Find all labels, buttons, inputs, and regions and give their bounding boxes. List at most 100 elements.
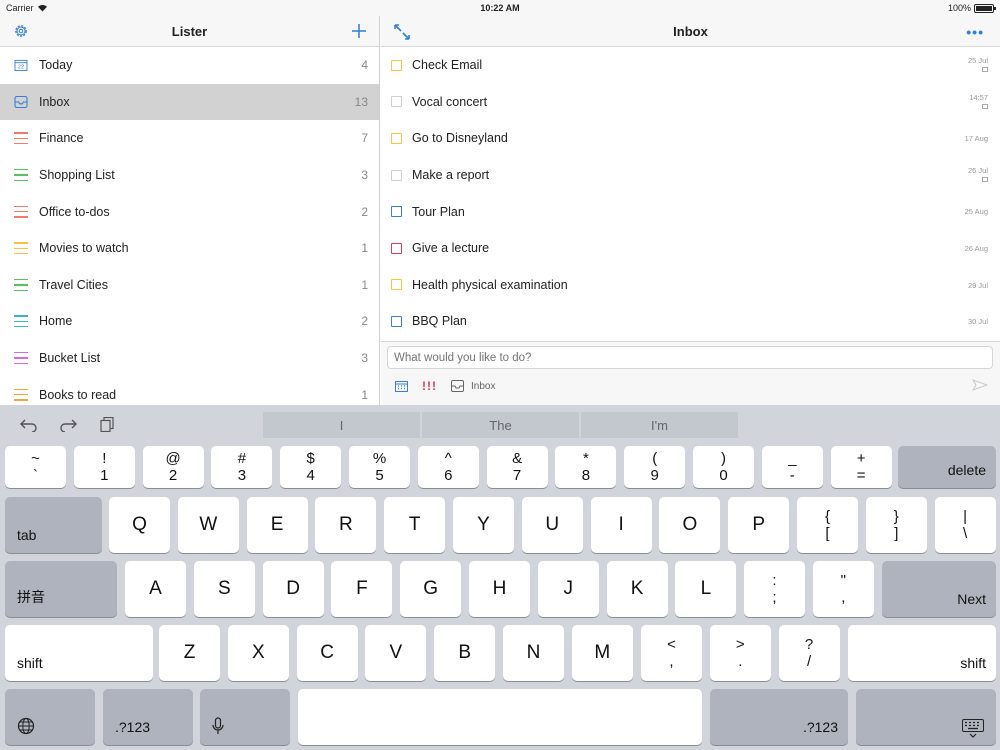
- key-letter[interactable]: M: [571, 625, 633, 681]
- sidebar-item[interactable]: Home 2: [0, 303, 379, 340]
- tab-key[interactable]: tab: [5, 497, 102, 553]
- key-letter[interactable]: B: [434, 625, 496, 681]
- task-checkbox[interactable]: [391, 59, 402, 71]
- key-symbol[interactable]: @2: [142, 446, 204, 488]
- key-letter[interactable]: A: [125, 561, 186, 617]
- sidebar-item[interactable]: Books to read 1: [0, 376, 379, 405]
- sidebar-item[interactable]: Travel Cities 1: [0, 267, 379, 304]
- key-letter[interactable]: Q: [109, 497, 170, 553]
- key-symbol[interactable]: | \: [934, 497, 996, 553]
- task-row[interactable]: Tour Plan 25 Aug: [381, 193, 1000, 230]
- key-symbol[interactable]: ",: [812, 561, 874, 617]
- key-letter[interactable]: X: [227, 625, 289, 681]
- sidebar-item[interactable]: 22 Today 4: [0, 47, 379, 84]
- task-checkbox[interactable]: [391, 206, 402, 218]
- key-letter[interactable]: U: [521, 497, 583, 553]
- task-row[interactable]: Check Email 25 Jul: [381, 47, 1000, 84]
- key-letter[interactable]: I: [590, 497, 652, 553]
- add-list-button[interactable]: [352, 22, 366, 40]
- key-symbol[interactable]: #3: [211, 446, 273, 488]
- key-letter[interactable]: N: [503, 625, 564, 681]
- key-symbol[interactable]: >.: [709, 625, 771, 681]
- more-options-icon[interactable]: •••: [966, 24, 984, 40]
- suggestion-2[interactable]: The: [422, 412, 579, 438]
- key-letter[interactable]: E: [246, 497, 308, 553]
- sidebar-item[interactable]: Bucket List 3: [0, 340, 379, 377]
- list-selector[interactable]: Inbox: [451, 380, 495, 392]
- task-checkbox[interactable]: [391, 169, 402, 181]
- task-row[interactable]: BBQ Plan 30 Jul: [381, 303, 1000, 340]
- undo-icon[interactable]: [20, 416, 38, 437]
- key-symbol[interactable]: ~ `: [5, 446, 66, 488]
- task-row[interactable]: Health physical examination 29 Jul: [381, 267, 1000, 304]
- new-task-input[interactable]: [387, 346, 993, 369]
- task-row[interactable]: Vocal concert 14:57: [381, 84, 1000, 121]
- dictation-key[interactable]: [200, 689, 290, 745]
- paste-icon[interactable]: [100, 416, 114, 437]
- task-row[interactable]: Go to Disneyland 17 Aug: [381, 120, 1000, 157]
- numbers-key-right[interactable]: .?123: [710, 689, 848, 745]
- key-symbol[interactable]: <,: [641, 625, 702, 681]
- numbers-key-left[interactable]: .?123: [103, 689, 193, 745]
- key-letter[interactable]: R: [315, 497, 377, 553]
- key-letter[interactable]: H: [469, 561, 530, 617]
- key-symbol[interactable]: % 5: [349, 446, 410, 488]
- sidebar-item[interactable]: Finance 7: [0, 120, 379, 157]
- pinyin-key[interactable]: 拼音: [5, 561, 117, 617]
- task-checkbox[interactable]: [391, 96, 402, 108]
- task-checkbox[interactable]: [391, 315, 402, 327]
- key-symbol[interactable]: + =: [830, 446, 892, 488]
- key-symbol[interactable]: ? /: [778, 625, 840, 681]
- key-symbol[interactable]: $4: [280, 446, 342, 488]
- key-letter[interactable]: D: [262, 561, 324, 617]
- key-symbol[interactable]: {[: [797, 497, 858, 553]
- key-symbol[interactable]: * 8: [555, 446, 617, 488]
- key-letter[interactable]: K: [606, 561, 668, 617]
- suggestion-3[interactable]: I'm: [581, 412, 738, 438]
- sidebar-item[interactable]: Office to-dos 2: [0, 193, 379, 230]
- key-letter[interactable]: S: [193, 561, 255, 617]
- task-row[interactable]: Make a report 26 Jul: [381, 157, 1000, 194]
- task-checkbox[interactable]: [391, 242, 402, 254]
- globe-key[interactable]: [5, 689, 95, 745]
- gear-icon[interactable]: [13, 23, 29, 39]
- key-symbol[interactable]: :;: [744, 561, 805, 617]
- dismiss-keyboard-key[interactable]: [856, 689, 996, 745]
- key-symbol[interactable]: }]: [865, 497, 927, 553]
- key-letter[interactable]: J: [537, 561, 599, 617]
- sidebar-item[interactable]: Movies to watch 1: [0, 230, 379, 267]
- redo-icon[interactable]: [59, 416, 77, 437]
- key-letter[interactable]: V: [365, 625, 427, 681]
- sidebar-item[interactable]: Inbox 13: [0, 83, 379, 121]
- key-letter[interactable]: T: [384, 497, 446, 553]
- key-letter[interactable]: G: [400, 561, 462, 617]
- calendar-icon[interactable]: [395, 380, 408, 392]
- key-symbol[interactable]: (9: [624, 446, 686, 488]
- task-checkbox[interactable]: [391, 132, 402, 144]
- delete-key[interactable]: delete: [898, 446, 996, 488]
- send-button[interactable]: [971, 378, 989, 394]
- key-symbol[interactable]: ) 0: [693, 446, 754, 488]
- suggestion-1[interactable]: I: [263, 412, 420, 438]
- priority-button[interactable]: !!!: [422, 379, 437, 393]
- key-symbol[interactable]: _ -: [761, 446, 823, 488]
- task-checkbox[interactable]: [391, 279, 402, 291]
- key-letter[interactable]: Z: [159, 625, 220, 681]
- key-letter[interactable]: W: [177, 497, 239, 553]
- expand-icon[interactable]: [393, 23, 411, 41]
- task-row[interactable]: Give a lecture 26 Aug: [381, 230, 1000, 267]
- shift-right-key[interactable]: shift: [848, 625, 996, 681]
- sidebar-item[interactable]: Shopping List 3: [0, 157, 379, 194]
- key-letter[interactable]: L: [675, 561, 737, 617]
- key-letter[interactable]: P: [728, 497, 790, 553]
- key-letter[interactable]: Y: [453, 497, 514, 553]
- key-letter[interactable]: C: [296, 625, 358, 681]
- key-symbol[interactable]: ^ 6: [417, 446, 479, 488]
- key-symbol[interactable]: ! 1: [73, 446, 135, 488]
- key-symbol[interactable]: & 7: [486, 446, 548, 488]
- next-key[interactable]: Next: [882, 561, 996, 617]
- key-letter[interactable]: O: [659, 497, 721, 553]
- shift-left-key[interactable]: shift: [5, 625, 153, 681]
- key-letter[interactable]: F: [331, 561, 393, 617]
- space-key[interactable]: [298, 689, 702, 745]
